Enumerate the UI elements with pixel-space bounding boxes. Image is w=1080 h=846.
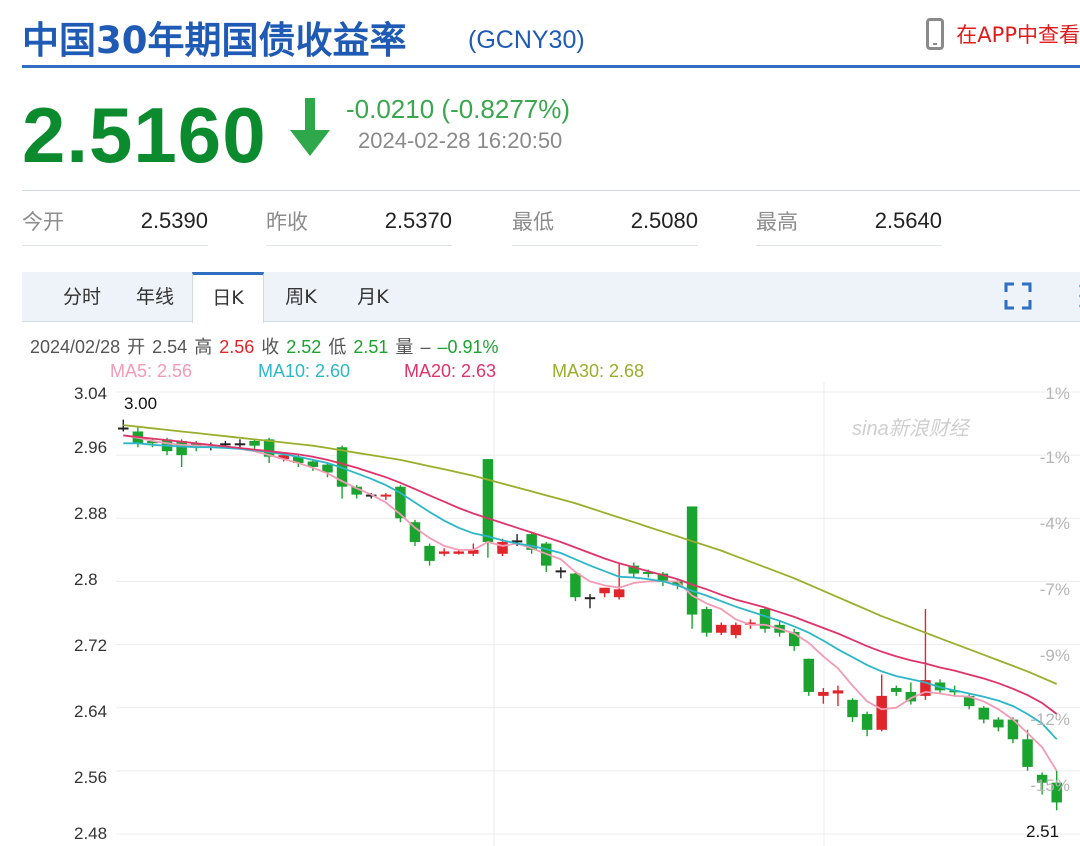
tab-daily-k[interactable]: 日K [192,272,264,323]
ticker-code: (GCNY30) [468,26,585,54]
stat-label: 今开 [22,210,64,234]
candle-body [716,624,727,633]
ma30-legend: MA30: 2.68 [552,361,645,381]
tab-monthly-k[interactable]: 月K [338,272,408,322]
tab-yearly[interactable]: 年线 [120,272,190,322]
candlestick-chart[interactable] [0,380,1080,846]
stat-label: 昨收 [266,210,308,234]
candle-body [234,443,246,446]
pct-tick-label: -9% [1039,646,1070,665]
y-tick-label: 3.04 [74,384,108,403]
stat-low: 最低 2.5080 [512,200,698,246]
y-tick-label: 2.96 [74,438,108,457]
y-tick-label: 2.8 [74,570,98,589]
candle-body [453,551,464,554]
pct-tick-label: -1% [1039,448,1070,467]
sina-watermark: sina新浪财经 [852,418,969,440]
info-open-label: 开 [127,337,146,357]
info-date: 2024/02/28 [30,337,121,357]
candle-body [891,687,902,692]
quote-page: 中国30年期国债收益率 (GCNY30) 在APP中查看 2.5160 -0.0… [0,0,1080,846]
min-value-label: 2.51 [1026,822,1060,841]
info-volume: – [420,337,431,357]
page-title: 中国30年期国债收益率 [22,19,407,62]
info-low: 2.51 [353,337,389,357]
stat-prev-close: 昨收 2.5370 [266,200,452,246]
stat-value: 2.5370 [384,208,452,233]
ma10-legend: MA10: 2.60 [258,361,351,381]
info-volume-label: 量 [395,337,414,357]
open-in-app-link[interactable]: 在APP中查看 [926,18,1080,50]
candle-body [993,719,1004,728]
candle-body [380,494,392,497]
candle-body [118,427,129,430]
candle-body [220,443,231,446]
chart-tabbar: 分时 年线 日K 周K 月K [22,272,1080,323]
y-tick-label: 2.88 [74,504,108,523]
info-low-label: 低 [328,337,347,357]
arrow-down-icon [290,98,330,156]
pct-tick-label: 1% [1045,384,1070,403]
candle-body [555,570,567,573]
stat-open: 今开 2.5390 [22,200,208,246]
tab-weekly-k[interactable]: 周K [266,272,336,322]
info-high-label: 高 [194,337,213,357]
phone-icon [926,18,945,50]
info-pct: –0.91% [437,337,499,357]
stat-value: 2.5390 [140,208,208,233]
candle-body [701,609,712,633]
candle-body [613,589,625,598]
candle-body [978,707,990,720]
header: 中国30年期国债收益率 (GCNY30) 在APP中查看 [22,0,1080,68]
stat-value: 2.5080 [630,208,698,233]
ma20-line [123,434,1058,715]
stat-label: 最高 [756,210,798,234]
info-open: 2.54 [152,337,188,357]
candle-body [832,690,844,694]
candle-body [584,597,596,600]
candle-body [438,551,450,554]
stats-divider [22,190,1080,191]
y-tick-label: 2.64 [74,702,108,721]
info-close: 2.52 [286,337,322,357]
candle-body [570,573,581,598]
more-vertical-icon[interactable] [1076,282,1080,312]
pct-tick-label: -15% [1030,776,1070,795]
candle-body [176,440,187,456]
tab-intraday[interactable]: 分时 [48,272,116,322]
ma20-legend: MA20: 2.63 [404,361,497,381]
y-tick-label: 2.48 [74,824,108,843]
quote-timestamp: 2024-02-28 16:20:50 [358,128,563,153]
pct-tick-label: -12% [1030,710,1070,729]
fullscreen-icon[interactable] [1004,282,1032,310]
candle-body [249,440,260,446]
candle-body [482,459,494,542]
price-change: -0.0210 (-0.8277%) [346,94,571,124]
ohlc-info: 2024/02/28 开 2.54 高 2.56 收 2.52 低 2.51 量… [30,333,501,359]
pct-tick-label: -7% [1039,580,1070,599]
candle-body [803,658,815,692]
candle-body [861,714,873,730]
stat-value: 2.5640 [874,208,942,233]
pct-tick-label: -4% [1039,514,1070,533]
candle-body [497,541,508,554]
current-price: 2.5160 [22,91,267,179]
candle-body [424,545,435,561]
candle-body [599,587,610,594]
info-close-label: 收 [261,337,280,357]
candle-body [818,691,829,696]
stat-high: 最高 2.5640 [756,200,942,246]
max-value-label: 3.00 [124,394,158,413]
candle-body [1022,739,1033,767]
candle-body [876,695,887,730]
ma5-legend: MA5: 2.56 [110,361,193,381]
y-tick-label: 2.56 [74,768,108,787]
candle-body [730,624,742,636]
candle-body [847,699,858,718]
stat-label: 最低 [512,210,554,234]
open-in-app-label: 在APP中查看 [956,23,1080,47]
ma30-line [123,424,1058,685]
y-tick-label: 2.72 [74,636,108,655]
info-high: 2.56 [219,337,255,357]
